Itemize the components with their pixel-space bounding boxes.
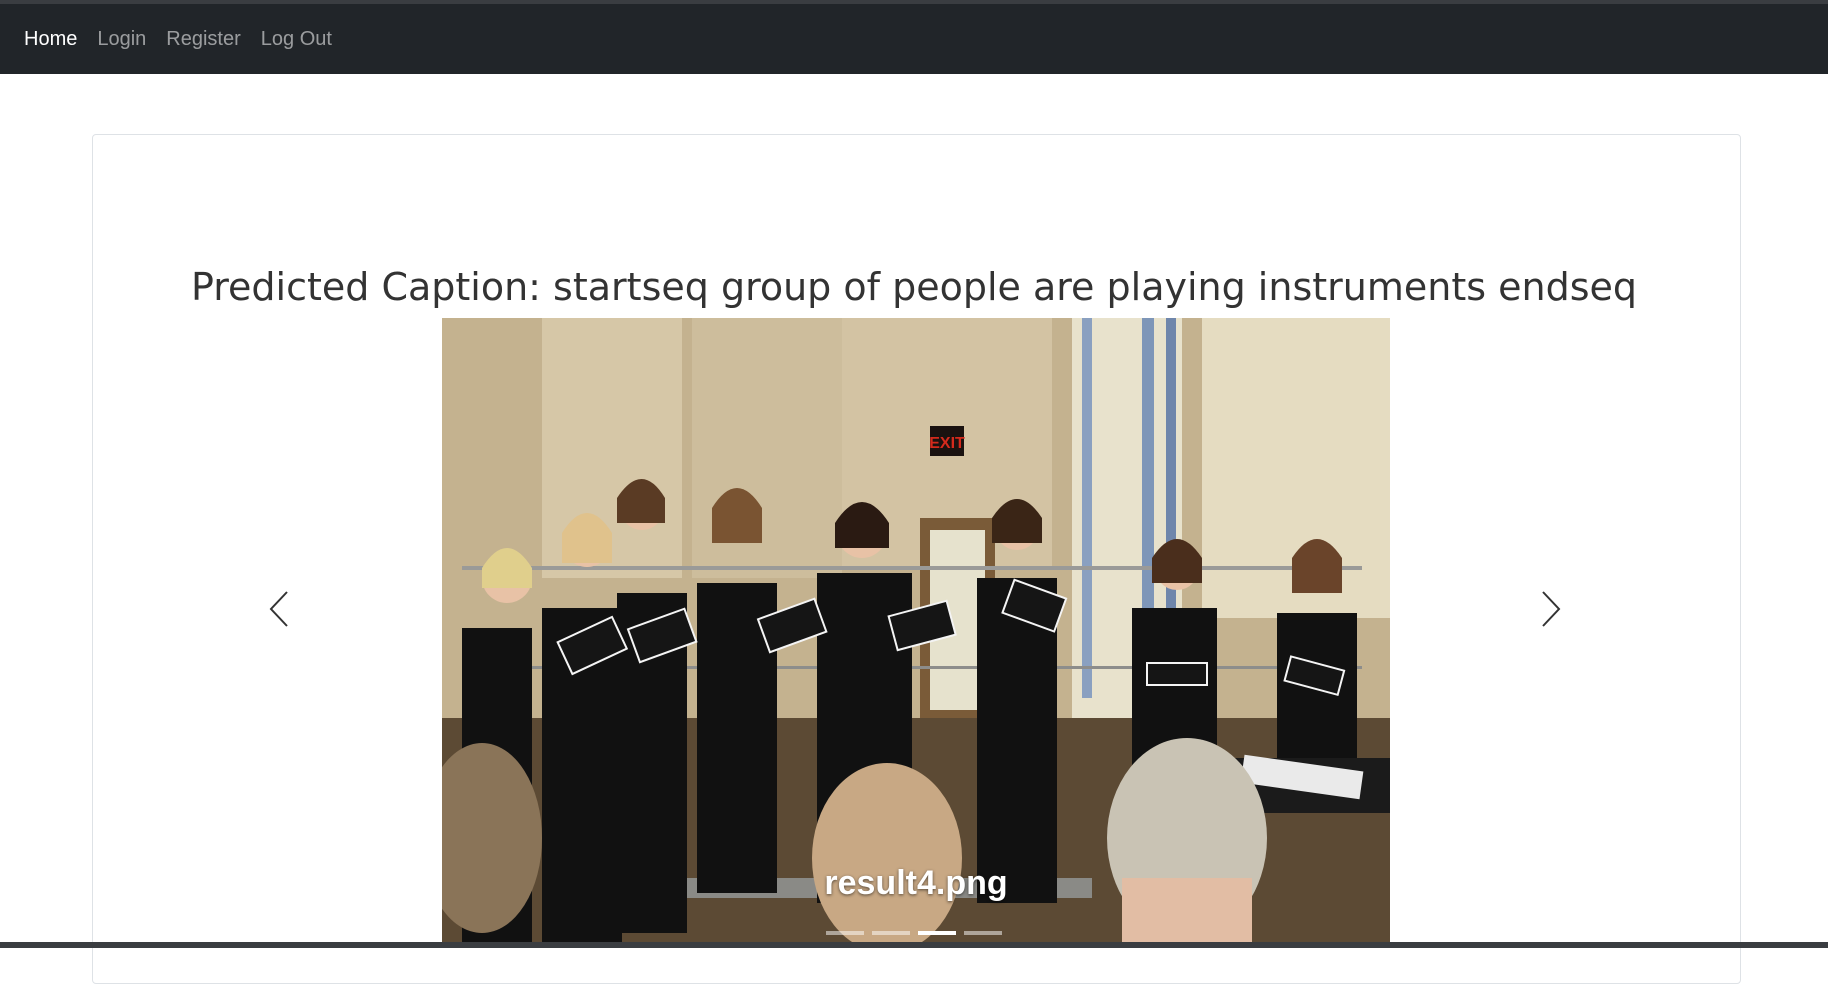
carousel-indicator-active[interactable]: [918, 931, 956, 935]
top-navbar: Home Login Register Log Out: [0, 4, 1828, 74]
carousel-indicator[interactable]: [826, 931, 864, 935]
chevron-left-icon: [269, 591, 288, 627]
nav-register-link[interactable]: Register: [156, 28, 250, 51]
nav-login-link[interactable]: Login: [87, 28, 156, 51]
image-carousel: EXIT: [442, 318, 1390, 943]
chevron-right-icon: [1542, 591, 1561, 627]
carousel-next-button[interactable]: [1531, 586, 1571, 632]
exit-sign-text: EXIT: [929, 435, 965, 452]
nav-home-link[interactable]: Home: [14, 28, 87, 51]
carousel-indicator[interactable]: [964, 931, 1002, 935]
choir-photo: EXIT: [442, 318, 1390, 943]
predicted-caption-heading: Predicted Caption: startseq group of peo…: [190, 265, 1637, 309]
carousel-indicator[interactable]: [872, 931, 910, 935]
window-bottom-edge: [0, 942, 1828, 948]
carousel-indicators: [0, 931, 1828, 935]
slide-caption: result4.png: [824, 864, 1008, 902]
carousel-prev-button[interactable]: [259, 586, 299, 632]
nav-logout-link[interactable]: Log Out: [251, 28, 342, 51]
